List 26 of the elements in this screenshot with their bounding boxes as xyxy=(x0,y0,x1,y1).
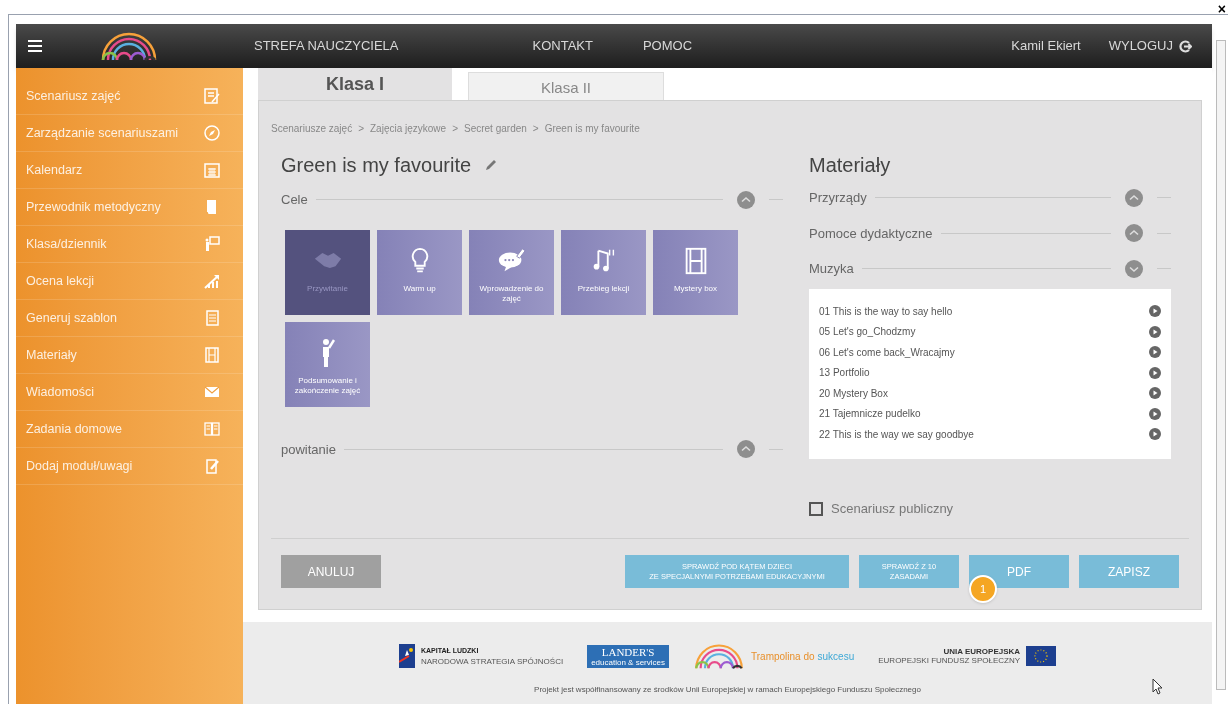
breadcrumb-separator: > xyxy=(532,122,539,136)
section-label: powitanie xyxy=(281,440,336,459)
logo-text: UNIA EUROPEJSKA xyxy=(943,647,1021,656)
logo-text: sukcesu xyxy=(817,649,855,664)
track-title: 05 Let's go_Chodzmy xyxy=(819,325,916,340)
scenario-title: Green is my favourite xyxy=(281,153,472,178)
logo-subtext: EUROPEJSKI FUNDUSZ SPOŁECZNY xyxy=(878,656,1021,665)
track-title: 13 Portfolio xyxy=(819,366,870,381)
materials-heading: Materiały xyxy=(809,153,892,178)
section-label: Cele xyxy=(281,191,308,209)
track-title: 22 This is the way we say goodbye xyxy=(819,427,974,442)
logo-text: Trampolina do xyxy=(751,649,815,664)
track-title: 06 Let's come back_Wracajmy xyxy=(819,345,955,360)
breadcrumb-separator: > xyxy=(358,122,364,136)
funding-note: Projekt jest współfinansowany ze środków Unii Europejskiej w ramach Europejskiego Funduszu Społecznego xyxy=(534,684,921,696)
track-title: 21 Tajemnicze pudelko xyxy=(819,407,921,422)
section-label: Pomoce dydaktyczne xyxy=(809,224,933,243)
breadcrumb-separator: > xyxy=(452,122,458,136)
checkbox-label: Scenariusz publiczny xyxy=(831,500,954,518)
tour-step-tooltip: 1 xyxy=(969,575,997,603)
section-label: Muzyka xyxy=(809,260,854,278)
track-title: 01 This is the way to say hello xyxy=(819,304,953,319)
logo-subtext: NARODOWA STRATEGIA SPÓJNOŚCI xyxy=(420,656,564,666)
track-title: 20 Mystery Box xyxy=(819,386,888,401)
section-label: Przyrządy xyxy=(809,189,867,207)
landers-logo: LANDER'S education & services xyxy=(587,644,669,668)
